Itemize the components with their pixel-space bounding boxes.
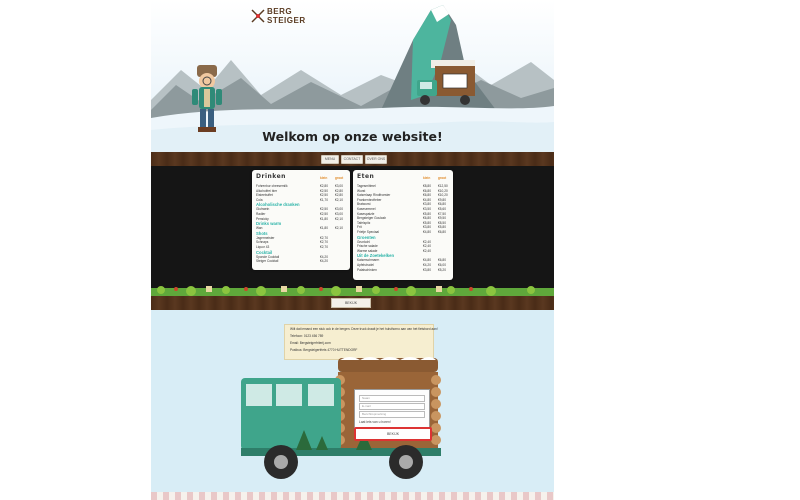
menu-price-large: €6,80 <box>438 230 446 234</box>
menu-item-name: Apfelstrudel <box>357 263 374 267</box>
menu-item-name: Frit <box>357 225 362 230</box>
contact-intro: Wilt dat iemand een stuk ook in de berge… <box>290 327 438 331</box>
menu-item-name: Palatschinken <box>357 267 377 272</box>
brand-line-1: BERG <box>267 7 293 16</box>
menu-item-name: Liquor 43 <box>256 245 270 249</box>
menu-price-small: €4,20 <box>320 259 328 264</box>
crossed-axes-icon <box>251 9 265 23</box>
checkered-border <box>151 492 554 500</box>
menu-item-name: Steiger Cocktail <box>256 259 279 264</box>
menu-item-name: Frische salade <box>357 244 378 249</box>
menu-item-name: Jagermeister <box>256 235 275 240</box>
send-button[interactable]: BEKIJK <box>354 427 432 441</box>
menu-item-name: Kaiserschmarrn <box>357 258 380 263</box>
col-small: klein <box>423 176 431 180</box>
nav-menu-button[interactable]: MENU <box>321 155 339 164</box>
menu-board: Drinken klein groot Fohrenbur cheesemilk… <box>151 166 554 296</box>
menu-item-name: Sponde Cocktail <box>256 254 280 259</box>
menu-item-name: Wan <box>256 226 263 231</box>
menu-price-small: €2,70 <box>320 245 328 249</box>
menu-row: Palatschinken €3,80 €5,20 <box>357 268 447 273</box>
menu-item-name: Tafelspitz <box>357 220 371 225</box>
menu-item-name: Schnaps <box>256 240 269 245</box>
menu-item-name: Tagesmittmel <box>357 184 376 188</box>
menu-item-name: Grunkohl <box>357 239 370 244</box>
brand-line-2: STEIGER <box>267 16 306 25</box>
drinks-title: Drinken <box>256 173 286 180</box>
menu-price-large: €2,10 <box>335 216 343 221</box>
food-menu-card: Eten klein groot Tagesmittmel €8,80 €12,50… <box>353 170 453 280</box>
bekijk-button[interactable]: BEKIJK <box>331 298 371 308</box>
menu-item-name: Alkoholfrei bier <box>256 188 278 193</box>
hero-banner: BERG STEIGER Welkom op onze website! <box>151 0 554 152</box>
email-input[interactable]: E-mail <box>359 403 425 410</box>
name-input[interactable]: Naam <box>359 395 425 402</box>
menu-price-small: €4,80 <box>423 230 431 234</box>
page: BERG STEIGER Welkom op onze website! MEN… <box>151 0 554 500</box>
menu-item-name: Frietje Speciaal <box>357 230 379 234</box>
menu-item-name: Warme salade <box>357 248 378 253</box>
menu-item-name: Pensicky <box>256 216 269 221</box>
menu-price-large: €2,10 <box>335 197 343 202</box>
welcome-heading: Welkom op onze website! <box>262 129 443 144</box>
menu-price-small: €1,80 <box>320 226 328 231</box>
col-small: klein <box>320 176 328 180</box>
nav-about-button[interactable]: OVER ONS <box>365 155 387 164</box>
menu-item-name: Bratwurst <box>357 202 371 207</box>
menu-item-name: Radler <box>256 212 266 216</box>
food-title: Eten <box>357 173 375 180</box>
form-prompt: Laat iets van u horen! <box>359 420 391 424</box>
menu-item-name: Kasespatzle <box>357 211 375 216</box>
col-large: groot <box>438 176 447 180</box>
contact-email: Email: Bergsteigerfriterij.com <box>290 341 331 345</box>
contact-section: Wilt dat iemand een stuk ook in de berge… <box>151 310 554 500</box>
menu-item-name: Kasesemmel <box>357 207 376 211</box>
menu-item-name: Wurst <box>357 188 366 193</box>
menu-row: Wan €1,80 €2,10 <box>256 226 346 231</box>
menu-item-name: Cola <box>256 197 263 202</box>
menu-row: Steiger Cocktail €4,20 <box>256 259 346 264</box>
message-input[interactable]: Bericht/opmerking <box>359 411 425 418</box>
menu-price-small: €1,80 <box>320 216 328 221</box>
menu-item-name: Kaiserlaap Rindfroester <box>357 193 391 198</box>
contact-phone: Telefoon: 0123 456 789 <box>290 334 324 338</box>
col-large: groot <box>335 176 344 180</box>
menu-price-large: €2,10 <box>335 226 343 231</box>
drinks-menu-card: Drinken klein groot Fohrenbur cheesemilk… <box>252 170 350 270</box>
menu-item-name: Fohrenbur cheesemilk <box>256 184 288 188</box>
menu-price-small: €3,80 <box>423 267 431 272</box>
small-food-truck <box>417 60 475 105</box>
menu-item-name: Frankenbrotfeber <box>357 197 382 202</box>
menu-item-name: Bergsteiger Goulash <box>357 216 387 221</box>
menu-price-small: €1,70 <box>320 197 328 202</box>
brand-logo[interactable]: BERG STEIGER <box>251 6 311 28</box>
nav-contact-button[interactable]: CONTACT <box>341 155 363 164</box>
menu-item-name: Eisteebuffet <box>256 193 273 198</box>
menu-item-name: Gluhwein <box>256 207 270 212</box>
menu-price-small: €2,40 <box>423 248 431 253</box>
menu-price-large: €5,20 <box>438 267 446 272</box>
nav-bar: MENU CONTACT OVER ONS <box>151 152 554 166</box>
